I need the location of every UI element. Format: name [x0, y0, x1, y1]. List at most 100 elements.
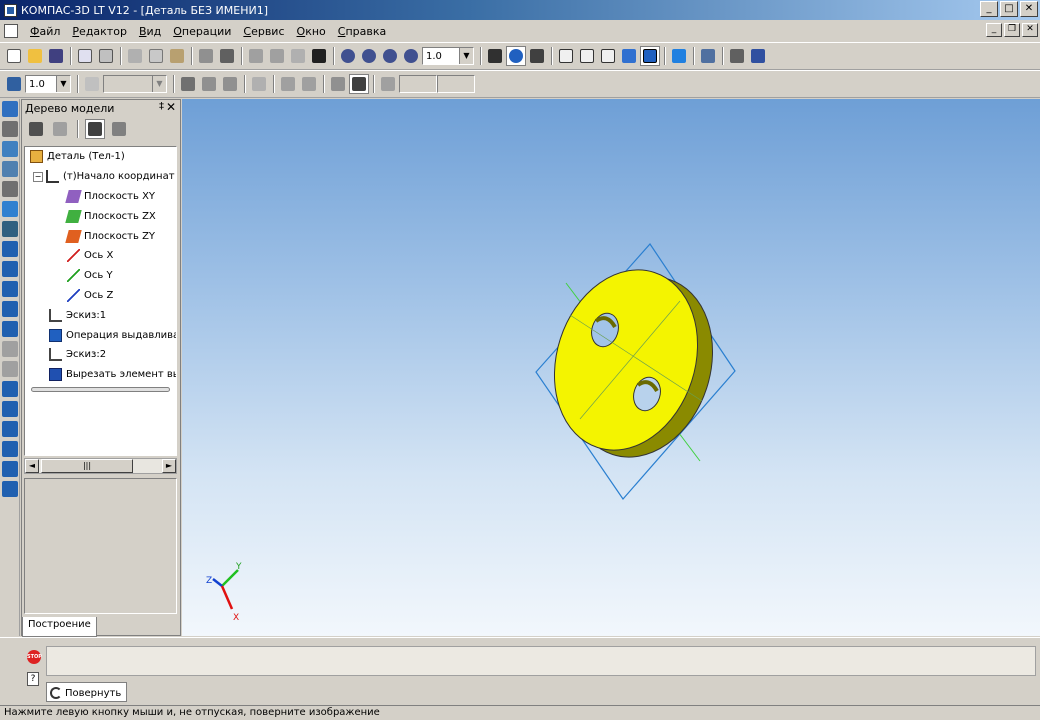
- coordinates-button[interactable]: [378, 74, 398, 94]
- minimize-button[interactable]: _: [980, 1, 998, 17]
- collapse-icon[interactable]: −: [33, 171, 43, 182]
- redo-button[interactable]: [267, 46, 287, 66]
- zoom-window-button[interactable]: [338, 46, 358, 66]
- tree-horizontal-scrollbar[interactable]: ◄ ||| ►: [24, 458, 177, 474]
- cursor-button[interactable]: [349, 74, 369, 94]
- properties-button[interactable]: [196, 46, 216, 66]
- tree-item-cut-extrude[interactable]: Вырезать элемент выдав.: [25, 365, 176, 385]
- rotate-op-icon[interactable]: [2, 261, 18, 277]
- help-button[interactable]: ?: [27, 672, 39, 686]
- hidden-lines-button[interactable]: [577, 46, 597, 66]
- model-canvas[interactable]: Y Z X: [182, 99, 1040, 636]
- filters-button[interactable]: [698, 46, 718, 66]
- ortho-button[interactable]: [278, 74, 298, 94]
- tree-item-plane-zx[interactable]: Плоскость ZX: [25, 206, 176, 226]
- edit-details-icon[interactable]: [2, 101, 18, 117]
- new-document-button[interactable]: [4, 46, 24, 66]
- kinematic-icon[interactable]: [2, 281, 18, 297]
- aux-geometry-icon[interactable]: [2, 181, 18, 197]
- tree-order-button[interactable]: [26, 119, 46, 139]
- tree-item-extrude[interactable]: Операция выдавливания: [25, 325, 176, 345]
- wireframe-button[interactable]: [556, 46, 576, 66]
- coord-x-field[interactable]: [399, 75, 437, 93]
- menu-help[interactable]: Справка: [332, 25, 392, 38]
- halftone-button[interactable]: [619, 46, 639, 66]
- cut-rotate-icon[interactable]: [2, 341, 18, 357]
- paste-button[interactable]: [167, 46, 187, 66]
- perspective-button[interactable]: [669, 46, 689, 66]
- coord-y-field[interactable]: [437, 75, 475, 93]
- grid-button[interactable]: [249, 74, 269, 94]
- preview-button[interactable]: [75, 46, 95, 66]
- edit-button[interactable]: [199, 74, 219, 94]
- layer-button[interactable]: [82, 74, 102, 94]
- arrays-icon[interactable]: [2, 161, 18, 177]
- function-button[interactable]: [288, 46, 308, 66]
- hole-icon[interactable]: [2, 421, 18, 437]
- tab-construction[interactable]: Построение: [22, 617, 97, 637]
- save-button[interactable]: [46, 46, 66, 66]
- pan-button[interactable]: [485, 46, 505, 66]
- link-button[interactable]: [748, 46, 768, 66]
- doc-close-button[interactable]: ✕: [1022, 23, 1038, 37]
- cut-button[interactable]: [125, 46, 145, 66]
- rib-icon[interactable]: [2, 441, 18, 457]
- shell-icon[interactable]: [2, 461, 18, 477]
- print-button[interactable]: [96, 46, 116, 66]
- parameter-button[interactable]: [220, 74, 240, 94]
- menu-view[interactable]: Вид: [133, 25, 167, 38]
- step-combo[interactable]: 1.0 ▼: [25, 75, 71, 93]
- list-button[interactable]: [217, 46, 237, 66]
- tree-item-axis-x[interactable]: Ось X: [25, 246, 176, 266]
- tree-item-sketch2[interactable]: Эскиз:2: [25, 345, 176, 365]
- close-icon[interactable]: ✕: [166, 100, 176, 114]
- scroll-thumb[interactable]: |||: [41, 459, 133, 473]
- tree-item-axis-y[interactable]: Ось Y: [25, 266, 176, 286]
- help-pointer-button[interactable]: [309, 46, 329, 66]
- surfaces-icon[interactable]: [2, 141, 18, 157]
- loft-icon[interactable]: [2, 301, 18, 317]
- halftone-edges-button[interactable]: [640, 46, 660, 66]
- measure-icon[interactable]: [2, 201, 18, 217]
- undo-button[interactable]: [246, 46, 266, 66]
- tree-item-origin[interactable]: − (т)Начало координат: [25, 167, 176, 187]
- fillet-icon[interactable]: [2, 381, 18, 397]
- snap-button[interactable]: [328, 74, 348, 94]
- split-icon[interactable]: [2, 481, 18, 497]
- zoom-in-button[interactable]: [359, 46, 379, 66]
- rotate-button[interactable]: [506, 46, 526, 66]
- model-viewport[interactable]: Y Z X: [182, 99, 1040, 636]
- copy-button[interactable]: [146, 46, 166, 66]
- close-button[interactable]: ✕: [1020, 1, 1038, 17]
- stop-button[interactable]: STOP: [27, 650, 42, 664]
- cut-kinematic-icon[interactable]: [2, 361, 18, 377]
- tree-item-part[interactable]: Деталь (Тел-1): [25, 147, 176, 167]
- document-menu-icon[interactable]: [4, 24, 18, 38]
- tab-rotate[interactable]: Повернуть: [46, 682, 128, 702]
- cut-icon[interactable]: [2, 321, 18, 337]
- tree-item-plane-zy[interactable]: Плоскость ZY: [25, 226, 176, 246]
- sketch-button[interactable]: [178, 74, 198, 94]
- orientation-button[interactable]: [527, 46, 547, 66]
- doc-restore-button[interactable]: ❐: [1004, 23, 1020, 37]
- dimensions-icon[interactable]: [2, 221, 18, 237]
- tree-item-sketch1[interactable]: Эскиз:1: [25, 305, 176, 325]
- scroll-right-icon[interactable]: ►: [162, 459, 176, 473]
- open-button[interactable]: [25, 46, 45, 66]
- zoom-combo[interactable]: 1.0 ▼: [422, 47, 474, 65]
- local-cs-button[interactable]: [4, 74, 24, 94]
- chamfer-icon[interactable]: [2, 401, 18, 417]
- manager-button[interactable]: [727, 46, 747, 66]
- zoom-out-button[interactable]: [380, 46, 400, 66]
- scroll-left-icon[interactable]: ◄: [25, 459, 39, 473]
- pin-icon[interactable]: ‡: [159, 101, 164, 112]
- tree-filter-button[interactable]: [50, 119, 70, 139]
- menu-operations[interactable]: Операции: [167, 25, 237, 38]
- maximize-button[interactable]: □: [1000, 1, 1018, 17]
- menu-file[interactable]: Файл: [24, 25, 66, 38]
- tree-item-axis-z[interactable]: Ось Z: [25, 286, 176, 306]
- menu-window[interactable]: Окно: [291, 25, 332, 38]
- extrude-tool-icon[interactable]: [2, 241, 18, 257]
- tree-view-button[interactable]: [85, 119, 105, 139]
- doc-minimize-button[interactable]: _: [986, 23, 1002, 37]
